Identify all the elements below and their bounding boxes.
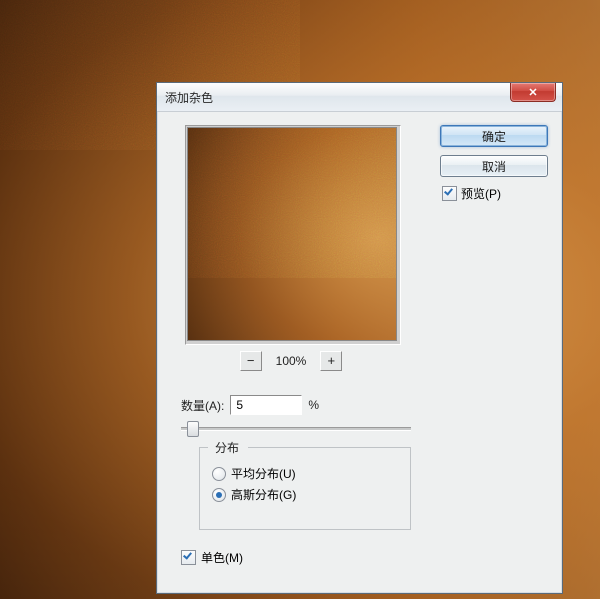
zoom-out-button[interactable]: −	[240, 351, 262, 371]
dialog-right-column: 确定 取消 预览(P)	[440, 125, 548, 202]
monochrome-label: 单色(M)	[201, 549, 243, 566]
zoom-controls: − 100% +	[185, 349, 397, 373]
zoom-in-button[interactable]: +	[320, 351, 342, 371]
distribution-group-label: 分布	[212, 439, 242, 456]
slider-track	[181, 427, 411, 431]
radio-gaussian-label: 高斯分布(G)	[231, 486, 296, 503]
radio-uniform[interactable]	[212, 467, 226, 481]
amount-label: 数量(A):	[181, 397, 224, 414]
preview-checkbox-row: 预览(P)	[440, 185, 548, 202]
amount-slider[interactable]	[181, 419, 411, 437]
radio-row-gaussian: 高斯分布(G)	[200, 482, 410, 503]
radio-uniform-label: 平均分布(U)	[231, 465, 296, 482]
amount-input[interactable]: 5	[230, 395, 302, 415]
amount-suffix: %	[308, 398, 319, 412]
dialog-content: − 100% + 确定 取消 预览(P) 数量(A): 5 % 分布 平均分布	[165, 117, 554, 585]
slider-thumb[interactable]	[187, 421, 199, 437]
preview-checkbox[interactable]	[442, 186, 457, 201]
preview-noise-overlay	[188, 128, 397, 278]
dialog-titlebar[interactable]: 添加杂色 ✕	[157, 83, 562, 112]
monochrome-row: 单色(M)	[181, 549, 243, 566]
distribution-group: 分布 平均分布(U) 高斯分布(G)	[199, 447, 411, 530]
radio-row-uniform: 平均分布(U)	[200, 461, 410, 482]
add-noise-dialog: 添加杂色 ✕ − 100% + 确定 取消 预览(P)	[156, 82, 563, 594]
minus-icon: −	[247, 353, 255, 368]
ok-button[interactable]: 确定	[440, 125, 548, 147]
amount-row: 数量(A): 5 %	[181, 395, 319, 415]
preview-canvas[interactable]	[187, 127, 397, 341]
close-icon: ✕	[528, 86, 537, 99]
plus-icon: +	[328, 353, 336, 368]
radio-gaussian[interactable]	[212, 488, 226, 502]
cancel-button[interactable]: 取消	[440, 155, 548, 177]
preview-frame	[185, 125, 401, 345]
monochrome-checkbox[interactable]	[181, 550, 196, 565]
preview-checkbox-label: 预览(P)	[461, 185, 501, 202]
zoom-level-label: 100%	[276, 354, 307, 368]
close-button[interactable]: ✕	[510, 83, 556, 102]
dialog-title: 添加杂色	[165, 89, 213, 106]
